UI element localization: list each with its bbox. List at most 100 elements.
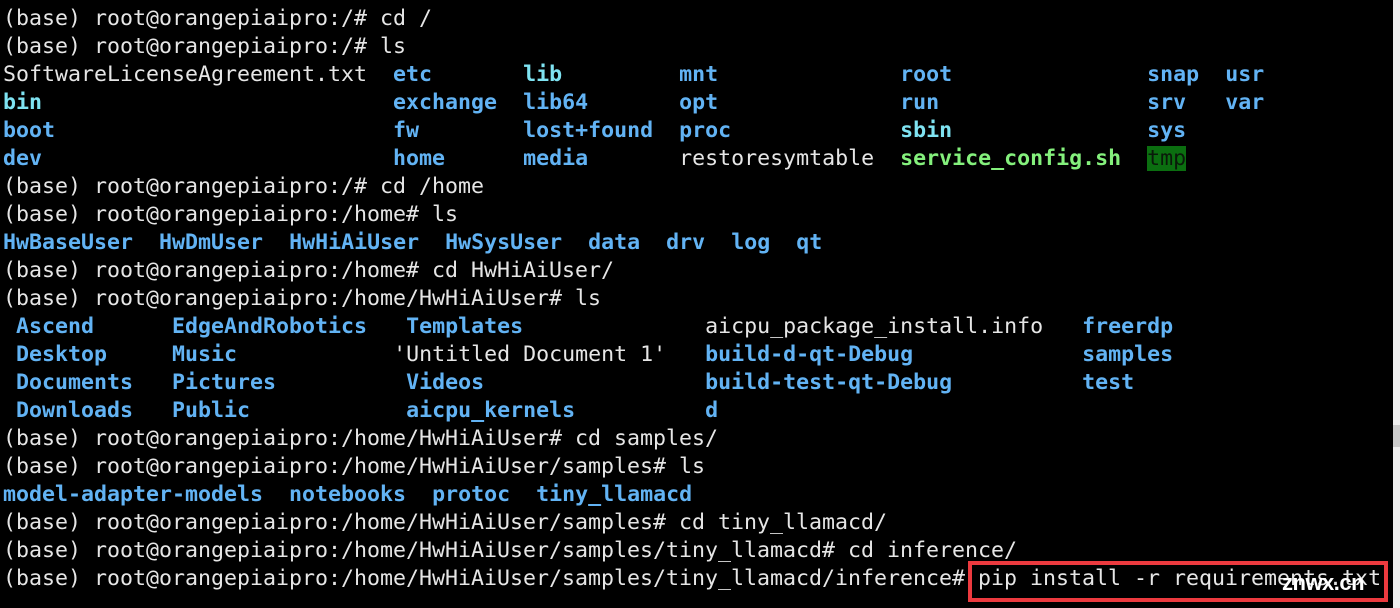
ls-entry: media [523, 146, 589, 171]
ls-entry: Templates [406, 314, 524, 339]
command-text: ls [575, 286, 602, 311]
ls-entry: bin [3, 90, 43, 115]
ls-entry: Ascend [16, 314, 95, 339]
command-text: ls [679, 454, 706, 479]
shell-prompt: (base) root@orangepiaipro:/# [3, 174, 381, 199]
ls-entry: 'Untitled Document 1' [393, 342, 667, 367]
ls-entry: Pictures [172, 370, 277, 395]
ls-entry: freerdp [1082, 314, 1174, 339]
command-line: (base) root@orangepiaipro:/# cd / [3, 5, 1381, 33]
ls-output-line: SoftwareLicenseAgreement.txt etc lib mnt… [3, 61, 1381, 89]
ls-output-line: Desktop Music 'Untitled Document 1' buil… [3, 341, 1381, 369]
ls-output-line: Downloads Public aicpu_kernels d [3, 397, 1381, 425]
ls-output-line: Ascend EdgeAndRobotics Templates aicpu_p… [3, 313, 1381, 341]
ls-entry: proc [679, 118, 732, 143]
ls-entry: boot [3, 118, 56, 143]
shell-prompt: (base) root@orangepiaipro:/home/HwHiAiUs… [3, 566, 979, 591]
command-text: cd samples/ [575, 426, 719, 451]
ls-entry: Public [172, 398, 251, 423]
ls-entry: tmp [1147, 146, 1187, 171]
command-line: (base) root@orangepiaipro:/# cd /home [3, 173, 1381, 201]
shell-prompt: (base) root@orangepiaipro:/home/HwHiAiUs… [3, 510, 680, 535]
ls-entry: sbin [900, 118, 953, 143]
ls-entry: exchange [393, 90, 498, 115]
ls-entry: qt [796, 230, 823, 255]
ls-entry: Music [172, 342, 238, 367]
command-line: (base) root@orangepiaipro:/home# cd HwHi… [3, 257, 1381, 285]
ls-entry: Downloads [16, 398, 134, 423]
ls-output-line: bin exchange lib64 opt run srv var [3, 89, 1381, 117]
command-text: cd HwHiAiUser/ [432, 258, 615, 283]
ls-entry: SoftwareLicenseAgreement.txt [3, 62, 368, 87]
command-text: cd / [380, 6, 433, 31]
ls-entry: data [588, 230, 641, 255]
command-line: (base) root@orangepiaipro:/home/HwHiAiUs… [3, 285, 1381, 313]
ls-entry: model-adapter-models [3, 482, 264, 507]
ls-entry: build-test-qt-Debug [705, 370, 953, 395]
ls-entry: notebooks [289, 482, 407, 507]
ls-entry: Videos [406, 370, 485, 395]
command-line: (base) root@orangepiaipro:/# ls [3, 33, 1381, 61]
ls-entry: drv [666, 230, 706, 255]
ls-entry: restoresymtable [679, 146, 875, 171]
shell-prompt: (base) root@orangepiaipro:/home/HwHiAiUs… [3, 286, 576, 311]
ls-entry: home [393, 146, 446, 171]
ls-entry: Documents [16, 370, 134, 395]
command-text: ls [380, 34, 407, 59]
ls-entry: build-d-qt-Debug [705, 342, 914, 367]
ls-entry: etc [393, 62, 433, 87]
shell-prompt: (base) root@orangepiaipro:/home/HwHiAiUs… [3, 538, 849, 563]
shell-prompt: (base) root@orangepiaipro:/home# [3, 202, 433, 227]
ls-entry: aicpu_package_install.info [705, 314, 1044, 339]
command-text: ls [432, 202, 459, 227]
ls-entry: run [900, 90, 940, 115]
command-line: (base) root@orangepiaipro:/home/HwHiAiUs… [3, 425, 1381, 453]
shell-prompt: (base) root@orangepiaipro:/home/HwHiAiUs… [3, 454, 680, 479]
ls-entry: EdgeAndRobotics [172, 314, 368, 339]
ls-entry: sys [1147, 118, 1187, 143]
ls-entry: lost+found [523, 118, 654, 143]
ls-entry: fw [393, 118, 420, 143]
command-text: cd tiny_llamacd/ [679, 510, 888, 535]
ls-entry: mnt [679, 62, 719, 87]
shell-prompt: (base) root@orangepiaipro:/home/HwHiAiUs… [3, 426, 576, 451]
ls-entry: protoc [432, 482, 511, 507]
command-line: (base) root@orangepiaipro:/home/HwHiAiUs… [3, 509, 1381, 537]
ls-entry: HwHiAiUser [289, 230, 420, 255]
ls-entry: lib64 [523, 90, 589, 115]
ls-entry: tiny_llamacd [536, 482, 693, 507]
ls-entry: root [900, 62, 953, 87]
scrollbar-thumb[interactable] [1393, 425, 1400, 447]
scrollbar[interactable] [1393, 0, 1400, 608]
ls-entry: Desktop [16, 342, 108, 367]
ls-entry: service_config.sh [900, 146, 1122, 171]
ls-entry: var [1225, 90, 1265, 115]
ls-entry: dev [3, 146, 43, 171]
shell-prompt: (base) root@orangepiaipro:/# [3, 34, 381, 59]
ls-entry: opt [679, 90, 719, 115]
ls-entry: lib [523, 62, 563, 87]
watermark: znwx.cn [1282, 570, 1365, 595]
ls-entry: srv [1147, 90, 1187, 115]
ls-entry: snap [1147, 62, 1200, 87]
ls-entry: d [705, 398, 719, 423]
shell-prompt: (base) root@orangepiaipro:/home# [3, 258, 433, 283]
ls-entry: HwDmUser [159, 230, 264, 255]
ls-entry: samples [1082, 342, 1174, 367]
ls-output-line: model-adapter-models notebooks protoc ti… [3, 481, 1381, 509]
ls-output-line: boot fw lost+found proc sbin sys [3, 117, 1381, 145]
ls-output-line: dev home media restoresymtable service_c… [3, 145, 1381, 173]
ls-output-line: HwBaseUser HwDmUser HwHiAiUser HwSysUser… [3, 229, 1381, 257]
command-text: cd /home [380, 174, 485, 199]
command-line: (base) root@orangepiaipro:/home/HwHiAiUs… [3, 453, 1381, 481]
ls-entry: aicpu_kernels [406, 398, 576, 423]
ls-output-line: Documents Pictures Videos build-test-qt-… [3, 369, 1381, 397]
command-text: cd inference/ [848, 538, 1018, 563]
ls-entry: HwBaseUser [3, 230, 134, 255]
terminal-output[interactable]: (base) root@orangepiaipro:/# cd / (base) … [3, 5, 1381, 593]
ls-entry: test [1082, 370, 1135, 395]
shell-prompt: (base) root@orangepiaipro:/# [3, 6, 381, 31]
ls-entry: usr [1225, 62, 1265, 87]
ls-entry: HwSysUser [445, 230, 563, 255]
ls-entry: log [731, 230, 771, 255]
